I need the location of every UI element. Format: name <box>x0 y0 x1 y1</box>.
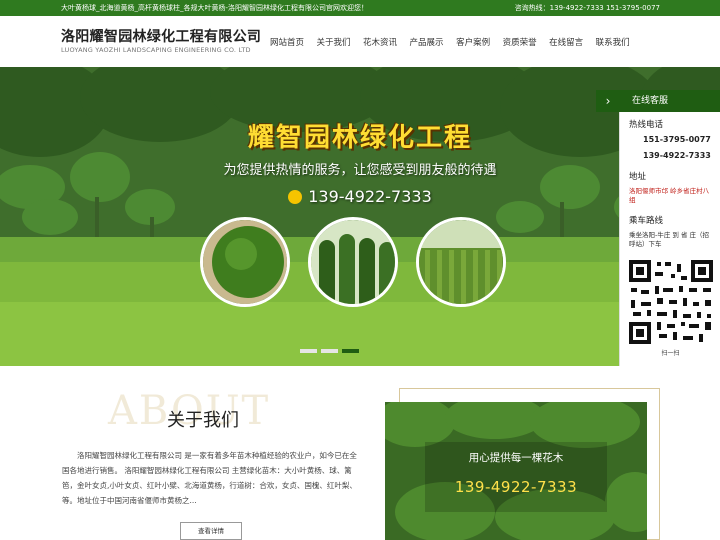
address-label: 地址 <box>629 172 647 182</box>
banner-phone: 139-4922-7333 <box>0 187 720 206</box>
slider-indicators <box>300 349 363 353</box>
banner-subtitle: 为您提供热情的服务，让您感受到朋友般的待遇 <box>223 163 497 178</box>
service-phone-1[interactable]: 151-3795-0077 <box>643 135 711 144</box>
about-description: 洛阳耀智园林绿化工程有限公司 是一家有着多年苗木种植经验的农业户，如今已在全国各… <box>62 451 357 505</box>
about-image-phone: 139-4922-7333 <box>454 478 578 496</box>
company-logo-name[interactable]: 洛阳耀智园林绿化工程有限公司 <box>61 26 261 46</box>
slide-dot-3[interactable] <box>342 349 359 353</box>
hotline-label: 热线电话 <box>629 120 664 130</box>
route-label: 乘车路线 <box>629 216 664 226</box>
qr-caption: 扫一扫 <box>661 350 680 357</box>
about-title: 关于我们 <box>167 410 239 431</box>
about-hedge-image: 用心提供每一棵花木 139-4922-7333 <box>385 402 647 540</box>
nav-news[interactable]: 花木资讯 <box>363 36 397 48</box>
panel-collapse-arrow-icon[interactable]: › <box>596 90 620 112</box>
about-section: ABOUT 关于我们 洛阳耀智园林绿化工程有限公司 是一家有着多年苗木种植经验的… <box>0 366 720 540</box>
view-details-button[interactable]: 查看详情 <box>180 522 242 540</box>
company-logo-english: LUOYANG YAOZHI LANDSCAPING ENGINEERING C… <box>61 46 251 54</box>
banner-phone-number: 139-4922-7333 <box>308 187 432 206</box>
service-header: 在线客服 <box>620 90 720 112</box>
banner-title: 耀智园林绿化工程 <box>247 123 472 153</box>
nav-contact[interactable]: 联系我们 <box>596 36 630 48</box>
nav-honors[interactable]: 资质荣誉 <box>503 36 537 48</box>
site-tagline: 大叶黄杨球_北海道黄杨_高杆黄杨球柱_各规大叶黄杨-洛阳耀智园林绿化工程有限公司… <box>61 4 369 12</box>
phone-icon <box>288 190 303 204</box>
nav-cases[interactable]: 客户案例 <box>456 36 490 48</box>
nursery-field-image <box>416 217 506 307</box>
qr-code-image <box>627 258 715 346</box>
nav-home[interactable]: 网站首页 <box>270 36 304 48</box>
about-image-caption: 用心提供每一棵花木 <box>468 452 564 464</box>
route-text: 乘坐洛阳-牛庄 到 省 庄（招呼站）下车 <box>629 231 710 248</box>
hedge-column-image <box>308 217 398 307</box>
slide-dot-1[interactable] <box>300 349 317 353</box>
nav-products[interactable]: 产品展示 <box>410 36 444 48</box>
address-text: 洛阳偃师市邙 岭乡省庄村八组 <box>629 187 710 204</box>
hotline-text: 咨询热线：139-4922-7333 151-3795-0077 <box>514 4 660 12</box>
slide-dot-2[interactable] <box>321 349 338 353</box>
nav-message[interactable]: 在线留言 <box>549 36 583 48</box>
top-bar: 大叶黄杨球_北海道黄杨_高杆黄杨球柱_各规大叶黄杨-洛阳耀智园林绿化工程有限公司… <box>0 0 720 16</box>
nav-about[interactable]: 关于我们 <box>317 36 351 48</box>
main-nav: 网站首页 关于我们 花木资讯 产品展示 客户案例 资质荣誉 在线留言 联系我们 <box>270 36 642 48</box>
online-service-panel: 在线客服 › 热线电话 151-3795-0077 139-4922-7333 … <box>596 90 720 366</box>
boxwood-ball-image <box>200 217 290 307</box>
service-phone-2[interactable]: 139-4922-7333 <box>643 151 711 160</box>
site-header: 洛阳耀智园林绿化工程有限公司 LUOYANG YAOZHI LANDSCAPIN… <box>0 16 720 67</box>
